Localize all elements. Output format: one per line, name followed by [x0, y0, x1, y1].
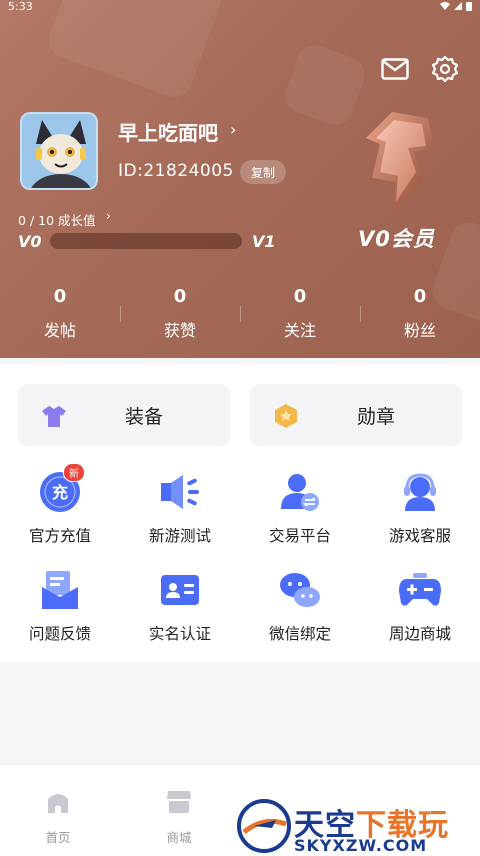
stat-label: 发帖: [43, 321, 76, 340]
gear-icon: [431, 55, 459, 83]
speaker-icon: [161, 475, 199, 509]
stat-likes[interactable]: 0 获赞: [120, 284, 240, 344]
home-icon: [48, 794, 68, 813]
service-new-game-test[interactable]: 新游测试: [120, 469, 240, 545]
stat-following[interactable]: 0 关注: [240, 284, 360, 344]
avatar[interactable]: [20, 112, 98, 190]
copy-id-button[interactable]: 复制: [240, 160, 286, 184]
nickname[interactable]: 早上吃面吧: [118, 117, 218, 146]
profile-header: 5:33 早上吃面吧 › ID:21824005 复制 0 / 10 成长值 ›…: [0, 0, 480, 358]
header-decoration: [44, 0, 226, 103]
service-customer-support[interactable]: 游戏客服: [360, 469, 480, 545]
service-feedback[interactable]: 问题反馈: [0, 567, 120, 643]
service-label: 周边商城: [388, 625, 451, 643]
stats-row: 0 发帖 0 获赞 0 关注 0 粉丝: [0, 284, 480, 344]
stat-value: 0: [293, 286, 307, 307]
headset-icon: [404, 473, 436, 511]
tab-label: 首页: [45, 830, 71, 845]
service-label: 官方充值: [28, 527, 91, 545]
level-current: V0: [18, 232, 42, 251]
vip-badge-icon[interactable]: [352, 108, 448, 220]
wifi-icon: [440, 2, 450, 10]
signal-icon: [454, 2, 462, 10]
service-real-name[interactable]: 实名认证: [120, 567, 240, 643]
growth-progress-bar: [50, 233, 242, 249]
store-icon: [167, 791, 191, 813]
recharge-icon-text: 充: [52, 483, 68, 502]
level-next: V1: [252, 232, 276, 251]
gamepad-icon: [399, 573, 441, 606]
medal-card[interactable]: 勋章: [250, 384, 462, 446]
stat-fans[interactable]: 0 粉丝: [360, 284, 480, 344]
user-id: ID:21824005: [118, 161, 234, 181]
stat-posts[interactable]: 0 发帖: [0, 284, 120, 344]
equipment-card[interactable]: 装备: [18, 384, 230, 446]
vip-label[interactable]: V0会员: [358, 223, 435, 253]
wechat-icon: [280, 573, 320, 607]
service-label: 实名认证: [148, 625, 211, 643]
stat-label: 粉丝: [403, 321, 436, 340]
mail-icon: [381, 58, 409, 80]
service-label: 新游测试: [148, 527, 211, 545]
chevron-right-icon[interactable]: ›: [106, 209, 111, 223]
service-merch-store[interactable]: 周边商城: [360, 567, 480, 643]
service-label: 交易平台: [268, 527, 331, 545]
chevron-right-icon[interactable]: ›: [230, 120, 236, 139]
watermark-url: SKYXZW.COM: [294, 836, 428, 855]
feedback-icon: [42, 571, 78, 609]
service-recharge[interactable]: 充 新 官方充值: [0, 463, 120, 545]
service-label: 问题反馈: [28, 625, 91, 643]
tab-label: 商城: [166, 830, 192, 845]
stat-value: 0: [173, 286, 187, 307]
site-watermark: 天空下载玩 SKYXZW.COM: [236, 796, 480, 856]
status-bar: 5:33: [0, 0, 480, 14]
service-trade-platform[interactable]: 交易平台: [240, 469, 360, 545]
battery-icon: [466, 2, 472, 11]
services-grid: 充 新 官方充值 新游测试 交易平台 游戏客服 问题反馈 实名认证 微信绑定 周…: [0, 463, 480, 643]
message-button[interactable]: [378, 52, 412, 86]
service-label: 微信绑定: [268, 625, 331, 643]
status-time: 5:33: [8, 0, 33, 13]
stat-label: 关注: [283, 321, 316, 340]
tab-store[interactable]: 商城: [149, 787, 209, 846]
watermark-logo-icon: [237, 799, 291, 853]
avatar-image: [22, 114, 96, 188]
system-icons: [440, 1, 472, 11]
stat-label: 获赞: [163, 321, 196, 340]
id-card-icon: [161, 575, 199, 605]
service-label: 游戏客服: [388, 527, 451, 545]
growth-value[interactable]: 0 / 10 成长值: [18, 210, 96, 229]
services-panel: 装备 勋章 充 新 官方充值 新游测试 交易平台 游戏客服 问题反馈 实名认证 …: [0, 364, 480, 662]
stat-value: 0: [53, 286, 67, 307]
trade-user-icon: [281, 474, 319, 511]
new-badge: 新: [63, 463, 85, 482]
tshirt-icon: [42, 406, 66, 427]
tab-home[interactable]: 首页: [28, 787, 88, 846]
service-wechat-binding[interactable]: 微信绑定: [240, 567, 360, 643]
settings-button[interactable]: [428, 52, 462, 86]
medal-icon: [275, 404, 297, 428]
stat-value: 0: [413, 286, 427, 307]
